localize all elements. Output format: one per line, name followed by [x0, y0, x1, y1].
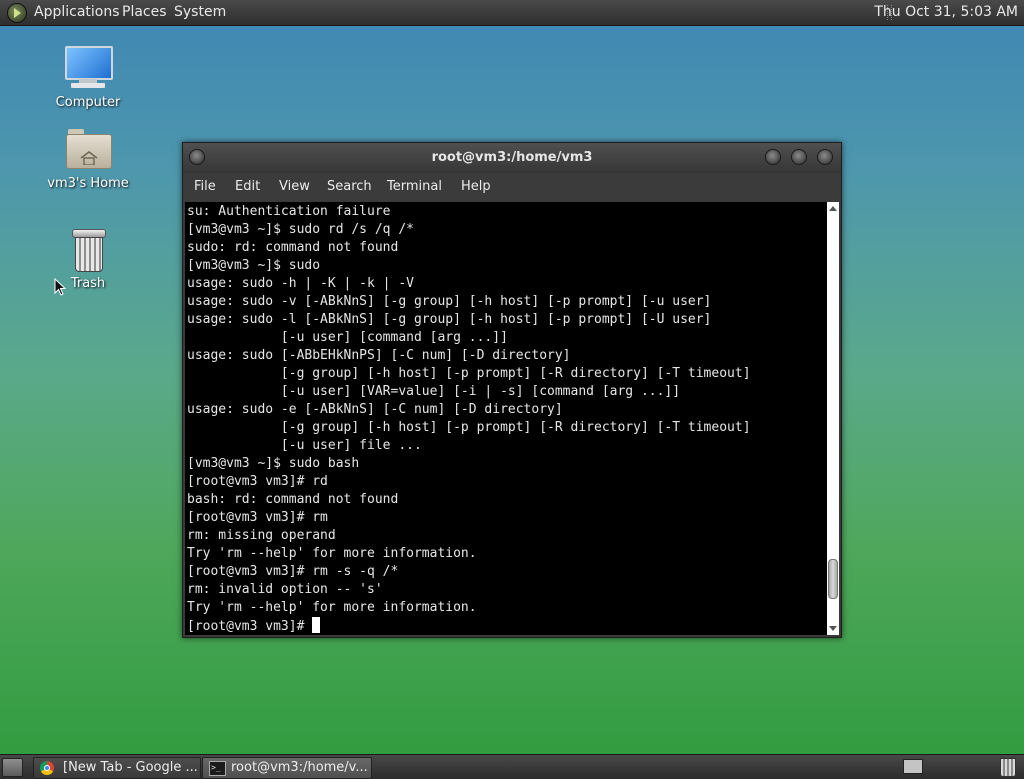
terminal-line: [-g group] [-h host] [-p prompt] [-R dir…: [187, 366, 751, 381]
bottom-panel: [New Tab - Google ... root@vm3:/home/v..…: [0, 754, 1024, 779]
chrome-icon: [40, 761, 54, 775]
terminal-line: Try 'rm --help' for more information.: [187, 546, 477, 561]
menu-terminal[interactable]: Terminal: [387, 179, 442, 194]
desktop-icon-label: Trash: [70, 276, 106, 291]
text-cursor: [312, 617, 321, 633]
terminal-line: usage: sudo -v [-ABkNnS] [-g group] [-h …: [187, 294, 712, 309]
window-titlebar[interactable]: root@vm3:/home/vm3: [183, 143, 841, 173]
menu-search[interactable]: Search: [327, 179, 372, 194]
show-desktop-icon[interactable]: [2, 758, 23, 777]
clock[interactable]: Thu Oct 31, 5:03 AM: [874, 4, 1018, 20]
applications-menu[interactable]: Applications: [34, 4, 120, 20]
home-folder-icon: [66, 129, 112, 169]
minimize-button[interactable]: [765, 149, 781, 165]
desktop-icon-label: Computer: [55, 95, 121, 110]
terminal-line: [vm3@vm3 ~]$ sudo bash: [187, 456, 360, 471]
terminal-line: [root@vm3 vm3]# rm: [187, 510, 328, 525]
desktop-icon-computer[interactable]: Computer: [38, 46, 138, 110]
terminal-line: usage: sudo -e [-ABkNnS] [-C num] [-D di…: [187, 402, 563, 417]
scrollbar-thumb[interactable]: [828, 559, 838, 600]
menu-file[interactable]: File: [194, 179, 216, 194]
terminal-line: [vm3@vm3 ~]$ sudo rd /s /q /*: [187, 222, 414, 237]
desktop-icon-label: vm3's Home: [47, 176, 129, 191]
window-title: root@vm3:/home/vm3: [431, 150, 593, 165]
terminal-line: usage: sudo -h | -K | -k | -V: [187, 276, 414, 291]
terminal-line: usage: sudo [-ABbEHkNnPS] [-C num] [-D d…: [187, 348, 571, 363]
terminal-line: bash: rd: command not found: [187, 492, 399, 507]
terminal-line: rm: invalid option -- 's': [187, 582, 383, 597]
terminal-output[interactable]: su: Authentication failure [vm3@vm3 ~]$ …: [185, 202, 827, 635]
terminal-line: sudo: rd: command not found: [187, 240, 399, 255]
distro-logo-icon[interactable]: [7, 3, 27, 23]
terminal-line: [vm3@vm3 ~]$ sudo: [187, 258, 321, 273]
desktop-icon-home[interactable]: vm3's Home: [38, 129, 138, 191]
terminal-line: su: Authentication failure: [187, 204, 391, 219]
scroll-up-arrow-icon[interactable]: [829, 206, 837, 211]
task-label: root@vm3:/home/v...: [231, 760, 368, 775]
menu-edit[interactable]: Edit: [235, 179, 260, 194]
terminal-line: Try 'rm --help' for more information.: [187, 600, 477, 615]
menu-view[interactable]: View: [279, 179, 310, 194]
computer-icon: [65, 46, 113, 88]
workspace-switcher[interactable]: [903, 759, 923, 774]
terminal-window[interactable]: root@vm3:/home/vm3 File Edit View Search…: [182, 142, 842, 638]
terminal-line: rm: missing operand: [187, 528, 336, 543]
terminal-prompt: [root@vm3 vm3]#: [187, 619, 313, 634]
terminal-line: usage: sudo -l [-ABkNnS] [-g group] [-h …: [187, 312, 712, 327]
system-menu[interactable]: System: [174, 4, 226, 20]
menu-help[interactable]: Help: [461, 179, 491, 194]
terminal-text: su: Authentication failure [vm3@vm3 ~]$ …: [187, 203, 751, 635]
terminal-icon: [209, 758, 226, 778]
desktop-icon-trash[interactable]: Trash: [38, 229, 138, 291]
trash-icon: [71, 229, 106, 272]
terminal-menubar: File Edit View Search Terminal Help: [183, 173, 841, 201]
terminal-line: [-u user] file ...: [187, 438, 422, 453]
trash-applet-icon[interactable]: [1000, 758, 1016, 777]
window-menu-button[interactable]: [189, 149, 205, 165]
top-panel: Applications Places System Thu Oct 31, 5…: [0, 0, 1024, 26]
terminal-line: [-u user] [command [arg ...]]: [187, 330, 508, 345]
close-button[interactable]: [817, 149, 833, 165]
terminal-line: [-u user] [VAR=value] [-i | -s] [command…: [187, 384, 681, 399]
taskbar-item-chrome[interactable]: [New Tab - Google ...: [33, 757, 201, 779]
terminal-line: [root@vm3 vm3]# rm -s -q /*: [187, 564, 399, 579]
task-label: [New Tab - Google ...: [63, 760, 198, 775]
scroll-down-arrow-icon[interactable]: [829, 626, 837, 631]
taskbar-item-terminal[interactable]: root@vm3:/home/v...: [202, 757, 372, 779]
terminal-line: [-g group] [-h host] [-p prompt] [-R dir…: [187, 420, 751, 435]
mouse-pointer-icon: [54, 278, 66, 296]
terminal-scrollbar[interactable]: [827, 202, 839, 635]
terminal-line: [root@vm3 vm3]# rd: [187, 474, 328, 489]
maximize-button[interactable]: [791, 149, 807, 165]
places-menu[interactable]: Places: [122, 4, 167, 20]
